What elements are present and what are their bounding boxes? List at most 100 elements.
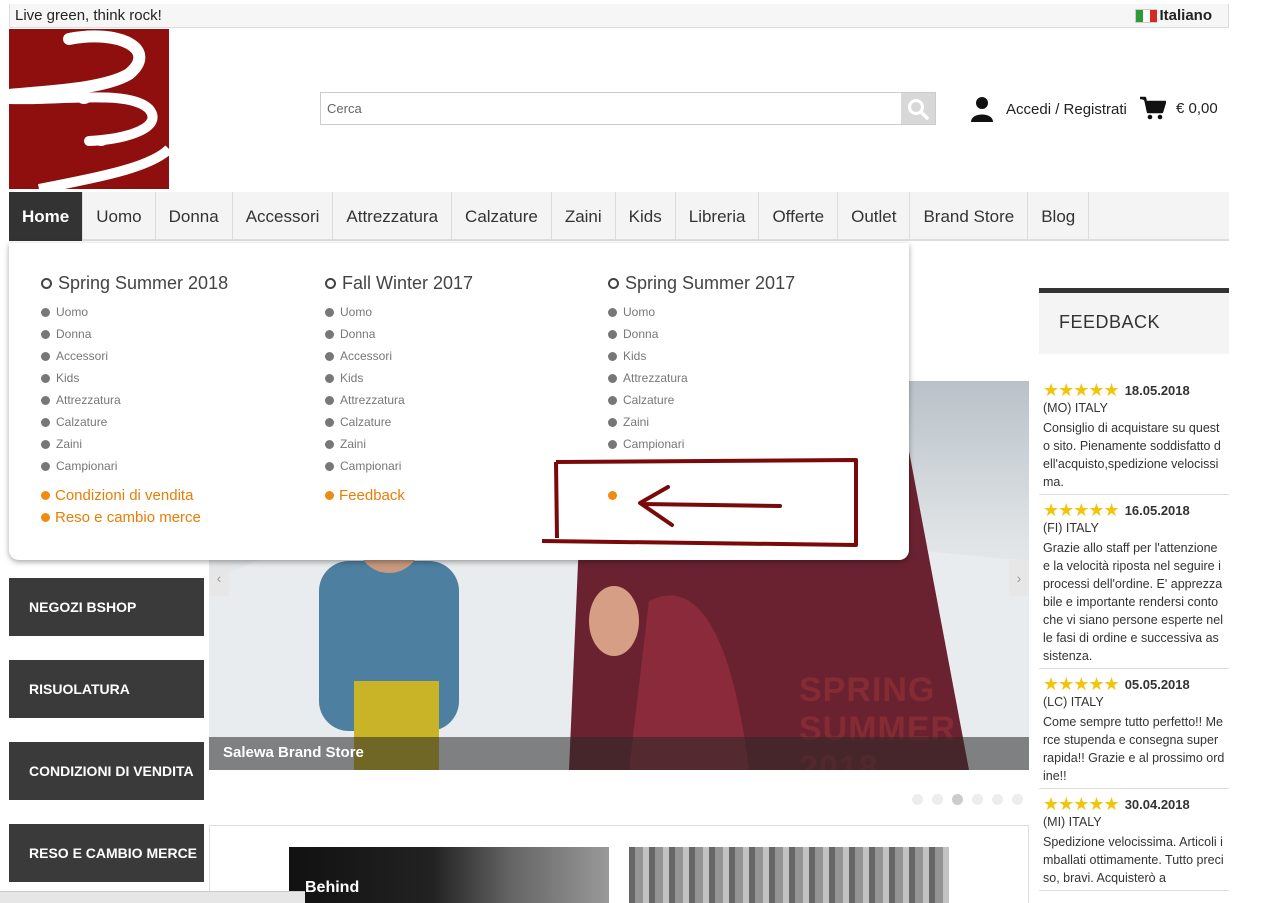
feedback-title: FEEDBACK [1059, 312, 1161, 332]
orange-bullet-icon [41, 490, 50, 500]
menu-extra-link[interactable]: Feedback [325, 484, 595, 506]
menu-link-label: Kids [56, 371, 80, 385]
menu-link[interactable]: Accessori [325, 345, 595, 367]
reso-cambio-button[interactable]: RESO E CAMBIO MERCE [9, 824, 204, 882]
menu-link[interactable]: Kids [41, 367, 311, 389]
menu-link-label: Uomo [340, 305, 373, 319]
menu-link[interactable]: Zaini [608, 411, 878, 433]
bullet-icon [325, 439, 334, 449]
menu-link-label: Campionari [340, 459, 402, 473]
slider-dot[interactable] [932, 794, 943, 805]
menu-link-label: Attrezzatura [56, 393, 121, 407]
five-stars-icon: ★★★★★ [1043, 794, 1120, 814]
menu-link[interactable]: Zaini [41, 433, 311, 455]
feedback-list: ★★★★★ 18.05.2018 (MO) ITALY Consiglio di … [1039, 375, 1229, 891]
menu-link[interactable]: Attrezzatura [41, 389, 311, 411]
search-input[interactable] [321, 93, 901, 124]
menu-extra-label: Condizioni di vendita [55, 486, 194, 504]
bullet-icon [41, 307, 50, 317]
bullet-icon [608, 417, 617, 427]
bullet-icon [608, 395, 617, 405]
cart-link[interactable]: € 0,00 [1140, 96, 1218, 120]
chevron-left-icon: ‹ [216, 570, 222, 586]
slider-dot[interactable] [912, 794, 923, 805]
search-button[interactable] [901, 93, 935, 124]
bullet-icon [325, 373, 334, 383]
condizioni-vendita-button[interactable]: CONDIZIONI DI VENDITA [9, 742, 204, 800]
bullet-icon [608, 307, 617, 317]
bullet-icon [325, 395, 334, 405]
menu-link[interactable]: Donna [608, 323, 878, 345]
nav-donna[interactable]: Donna [156, 192, 233, 241]
menu-extra-link-empty[interactable] [608, 484, 878, 506]
menu-link-label: Uomo [56, 305, 89, 319]
menu-extra-link[interactable]: Condizioni di vendita [41, 484, 311, 506]
bullet-icon [41, 351, 50, 361]
language-selector[interactable]: Italiano [1135, 7, 1212, 24]
menu-link[interactable]: Zaini [325, 433, 595, 455]
negozi-bshop-button[interactable]: NEGOZI BSHOP [9, 578, 204, 636]
menu-link[interactable]: Calzature [41, 411, 311, 433]
five-stars-icon: ★★★★★ [1043, 674, 1120, 694]
nav-kids[interactable]: Kids [616, 192, 676, 241]
feedback-date: 05.05.2018 [1124, 676, 1190, 692]
nav-blog[interactable]: Blog [1028, 192, 1090, 241]
search-bar [320, 92, 936, 125]
nav-calzature[interactable]: Calzature [452, 192, 552, 241]
menu-link[interactable]: Calzature [325, 411, 595, 433]
menu-link[interactable]: Kids [325, 367, 595, 389]
menu-link[interactable]: Donna [325, 323, 595, 345]
site-logo[interactable] [9, 29, 169, 189]
nav-zaini[interactable]: Zaini [552, 192, 616, 241]
nav-accessori[interactable]: Accessori [233, 192, 334, 241]
menu-link-label: Donna [623, 327, 659, 341]
nav-libreria[interactable]: Libreria [676, 192, 760, 241]
feedback-entry: ★★★★★ 30.04.2018 (MI) ITALY Spedizione ve… [1039, 789, 1229, 891]
slider-prev-button[interactable]: ‹ [209, 560, 229, 596]
menu-link[interactable]: Accessori [41, 345, 311, 367]
menu-link[interactable]: Donna [41, 323, 311, 345]
circle-icon [41, 278, 52, 289]
slogan: Live green, think rock! [15, 7, 162, 24]
menu-link[interactable]: Uomo [41, 301, 311, 323]
menu-link[interactable]: Calzature [608, 389, 878, 411]
bullet-icon [325, 307, 334, 317]
nav-outlet[interactable]: Outlet [838, 192, 911, 241]
feedback-text: Consiglio di acquistare su questo sito. … [1043, 421, 1221, 489]
account-link[interactable]: Accedi / Registrati [970, 96, 1127, 122]
menu-link-label: Attrezzatura [623, 371, 688, 385]
search-icon [908, 98, 929, 120]
menu-link[interactable]: Attrezzatura [608, 367, 878, 389]
feedback-location: (FI) ITALY [1043, 521, 1099, 535]
bullet-icon [608, 439, 617, 449]
menu-heading[interactable]: Spring Summer 2017 [608, 273, 878, 294]
nav-home[interactable]: Home [9, 192, 84, 241]
slider-dot[interactable] [972, 794, 983, 805]
menu-heading[interactable]: Spring Summer 2018 [41, 273, 311, 294]
feedback-text: Grazie allo staff per l'attenzione e la … [1043, 541, 1223, 663]
menu-link[interactable]: Campionari [41, 455, 311, 477]
factory-thumbnail[interactable] [629, 847, 949, 903]
menu-link[interactable]: Uomo [325, 301, 595, 323]
menu-extra-link[interactable]: Reso e cambio merce [41, 506, 311, 528]
slider-dot[interactable] [1012, 794, 1023, 805]
menu-heading[interactable]: Fall Winter 2017 [325, 273, 595, 294]
video-title: Behind [305, 879, 360, 896]
account-label: Accedi / Registrati [1006, 100, 1127, 118]
menu-link[interactable]: Campionari [608, 433, 878, 455]
slider-dot[interactable] [992, 794, 1003, 805]
nav-offerte[interactable]: Offerte [759, 192, 839, 241]
menu-link[interactable]: Attrezzatura [325, 389, 595, 411]
menu-link[interactable]: Campionari [325, 455, 595, 477]
slider-dot-active[interactable] [952, 794, 963, 805]
menu-link[interactable]: Uomo [608, 301, 878, 323]
nav-uomo[interactable]: Uomo [83, 192, 156, 241]
nav-attrezzatura[interactable]: Attrezzatura [333, 192, 453, 241]
menu-link[interactable]: Kids [608, 345, 878, 367]
nav-brand-store[interactable]: Brand Store [910, 192, 1029, 241]
video-thumbnail[interactable]: Behind [289, 847, 609, 903]
orange-bullet-icon [41, 512, 50, 522]
slider-next-button[interactable]: › [1009, 560, 1029, 596]
risuolatura-button[interactable]: RISUOLATURA [9, 660, 204, 718]
horizontal-scrollbar[interactable] [0, 891, 305, 903]
